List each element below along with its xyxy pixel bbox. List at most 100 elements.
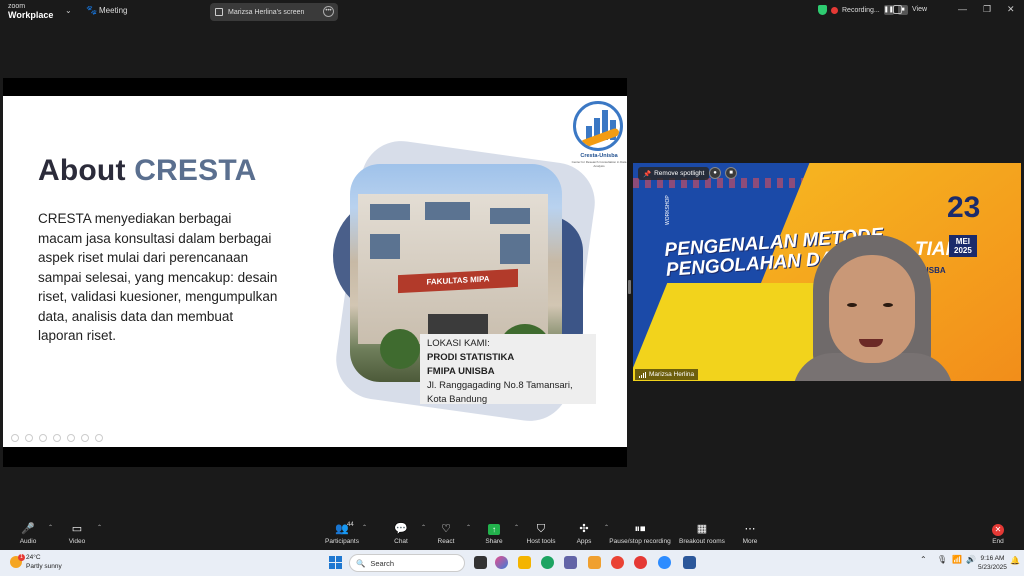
remove-spotlight-button[interactable]: 📌 Remove spotlight xyxy=(638,167,710,180)
participant-name-tag: Marizsa Herlina xyxy=(635,369,699,380)
participants-count: 44 xyxy=(347,522,354,528)
pen-icon[interactable] xyxy=(39,434,47,442)
copilot-icon[interactable] xyxy=(495,556,508,569)
meeting-toolbar: 🎤 Audio ⌃ ▭ Video ⌃ 👥 44 Participants ⌃ … xyxy=(0,519,1024,550)
host-tools-label: Host tools xyxy=(526,538,556,545)
participants-label: Participants xyxy=(325,538,359,545)
volume-icon[interactable]: 🔊 xyxy=(966,555,976,564)
clock-date: 5/23/2025 xyxy=(978,564,1007,571)
microphone-icon[interactable]: 🎙 xyxy=(937,555,947,564)
meeting-info-button[interactable]: 🐾 Meeting xyxy=(86,6,128,16)
pause-stop-icon: ⏸⏹ xyxy=(634,523,646,535)
minimize-icon[interactable]: — xyxy=(958,4,967,14)
react-label: React xyxy=(437,538,455,545)
end-button[interactable]: ✕ End xyxy=(975,522,1021,545)
cresta-logo: Cresta-Unisba Center for Research Consul… xyxy=(571,101,627,168)
meeting-label: Meeting xyxy=(99,6,128,15)
zoom-logo: zoom Workplace xyxy=(8,2,53,20)
zoom-app-icon[interactable] xyxy=(658,556,671,569)
encryption-shield-icon xyxy=(818,5,827,15)
subtitles-icon[interactable] xyxy=(81,434,89,442)
video-label: Video xyxy=(68,538,86,545)
wifi-icon[interactable]: 📶 xyxy=(952,555,962,564)
taskbar-search-input[interactable]: 🔍 Search xyxy=(349,554,465,572)
notification-bell-icon[interactable]: 🔔 xyxy=(1010,556,1020,565)
windows-start-icon[interactable] xyxy=(329,556,342,569)
recording-label: Recording... xyxy=(842,6,880,14)
weather-widget[interactable]: 1 24°C Partly sunny xyxy=(10,553,62,571)
pause-recording-label: Pause/stop recording xyxy=(609,538,671,545)
tile-options-icon[interactable]: ■ xyxy=(725,167,737,179)
slide-title-part1: About xyxy=(38,154,126,187)
end-label: End xyxy=(992,538,1004,545)
panel-resize-handle[interactable] xyxy=(628,280,631,294)
weather-temp: 24°C xyxy=(26,554,41,561)
weather-sun-icon: 1 xyxy=(10,554,25,568)
search-placeholder: Search xyxy=(370,558,395,568)
chevron-up-icon[interactable]: ⌃ xyxy=(48,524,53,531)
cresta-logo-subtitle: Center for Research Consultation in Data… xyxy=(571,160,627,168)
banner-month-name: MEI xyxy=(955,237,971,246)
view-button[interactable]: View xyxy=(912,6,927,13)
participant-avatar-icon[interactable]: ● xyxy=(709,167,721,179)
share-screen-icon: ↑ xyxy=(488,524,500,535)
remove-spotlight-label: Remove spotlight xyxy=(654,170,705,177)
apps-label: Apps xyxy=(576,538,592,545)
wps-icon[interactable] xyxy=(634,556,647,569)
chat-button[interactable]: 💬 Chat ⌃ xyxy=(378,522,426,545)
close-icon[interactable]: ✕ xyxy=(1007,4,1015,15)
shared-screen-label: Marizsa Herlina's screen xyxy=(228,8,305,16)
slide-next-icon[interactable] xyxy=(25,434,33,442)
audio-label: Audio xyxy=(19,538,37,545)
location-line3: Jl. Ranggagading No.8 Tamansari, xyxy=(427,380,573,391)
chevron-up-icon[interactable]: ⌃ xyxy=(362,524,367,531)
tray-chevron-icon[interactable]: ⌃ xyxy=(920,555,927,564)
participant-video-tile[interactable]: WORKSHOP PENGENALAN METODE PENGOLAHAN DA… xyxy=(633,163,1021,381)
pin-icon: 📌 xyxy=(643,170,652,178)
signal-icon xyxy=(639,371,646,378)
zoom-in-icon[interactable] xyxy=(53,434,61,442)
chat-icon: 💬 xyxy=(394,523,408,535)
more-options-icon[interactable] xyxy=(95,434,103,442)
video-button[interactable]: ▭ Video ⌃ xyxy=(54,522,102,545)
presentation-slide: About CRESTA CRESTA menyediakan berbagai… xyxy=(3,96,627,447)
word-icon[interactable] xyxy=(683,556,696,569)
share-button[interactable]: ↑ Share ⌃ xyxy=(471,522,519,545)
screen-icon xyxy=(215,8,223,16)
video-icon[interactable] xyxy=(67,434,75,442)
pause-stop-recording-button[interactable]: ⏸⏹ Pause/stop recording xyxy=(609,522,671,545)
chat-label: Chat xyxy=(394,538,408,545)
folder-icon[interactable] xyxy=(588,556,601,569)
taskbar-clock[interactable]: 9:16 AM 5/23/2025 xyxy=(978,554,1007,572)
location-line4: Kota Bandung xyxy=(427,394,488,405)
react-button[interactable]: ♡ React ⌃ xyxy=(423,522,472,545)
edge-icon[interactable] xyxy=(541,556,554,569)
heart-icon: ♡ xyxy=(441,523,451,535)
location-heading: LOKASI KAMI: xyxy=(427,338,490,349)
shared-screen-pill[interactable]: Marizsa Herlina's screen ••• xyxy=(210,3,338,21)
apps-icon: ✣ xyxy=(579,523,589,535)
slide-controls xyxy=(11,434,103,442)
more-options-icon[interactable]: ••• xyxy=(323,6,334,17)
teams-icon[interactable] xyxy=(564,556,577,569)
more-button[interactable]: ⋯ More xyxy=(727,522,773,545)
host-tools-button[interactable]: ⛉ Host tools xyxy=(518,522,564,545)
chevron-up-icon[interactable]: ⌃ xyxy=(97,524,102,531)
file-explorer-icon[interactable] xyxy=(518,556,531,569)
breakout-rooms-button[interactable]: ▦ Breakout rooms xyxy=(676,522,728,545)
task-view-icon[interactable] xyxy=(474,556,487,569)
audio-button[interactable]: 🎤 Audio ⌃ xyxy=(5,522,53,545)
chrome-icon[interactable] xyxy=(611,556,624,569)
slide-title-part2: CRESTA xyxy=(134,154,257,187)
banner-year: 2025 xyxy=(954,246,972,255)
chevron-down-icon[interactable]: ⌄ xyxy=(65,6,72,15)
breakout-label: Breakout rooms xyxy=(679,538,725,545)
slide-prev-icon[interactable] xyxy=(11,434,19,442)
apps-button[interactable]: ✣ Apps ⌃ xyxy=(561,522,609,545)
location-box: LOKASI KAMI: PRODI STATISTIKA FMIPA UNIS… xyxy=(420,334,596,405)
grid-view-icon[interactable] xyxy=(893,5,902,14)
participants-button[interactable]: 👥 44 Participants ⌃ xyxy=(319,522,367,545)
zoom-window: zoom Workplace ⌄ 🐾 Meeting Marizsa Herli… xyxy=(0,0,1024,576)
maximize-icon[interactable]: ❐ xyxy=(983,4,991,15)
microphone-muted-icon: 🎤 xyxy=(21,523,35,535)
